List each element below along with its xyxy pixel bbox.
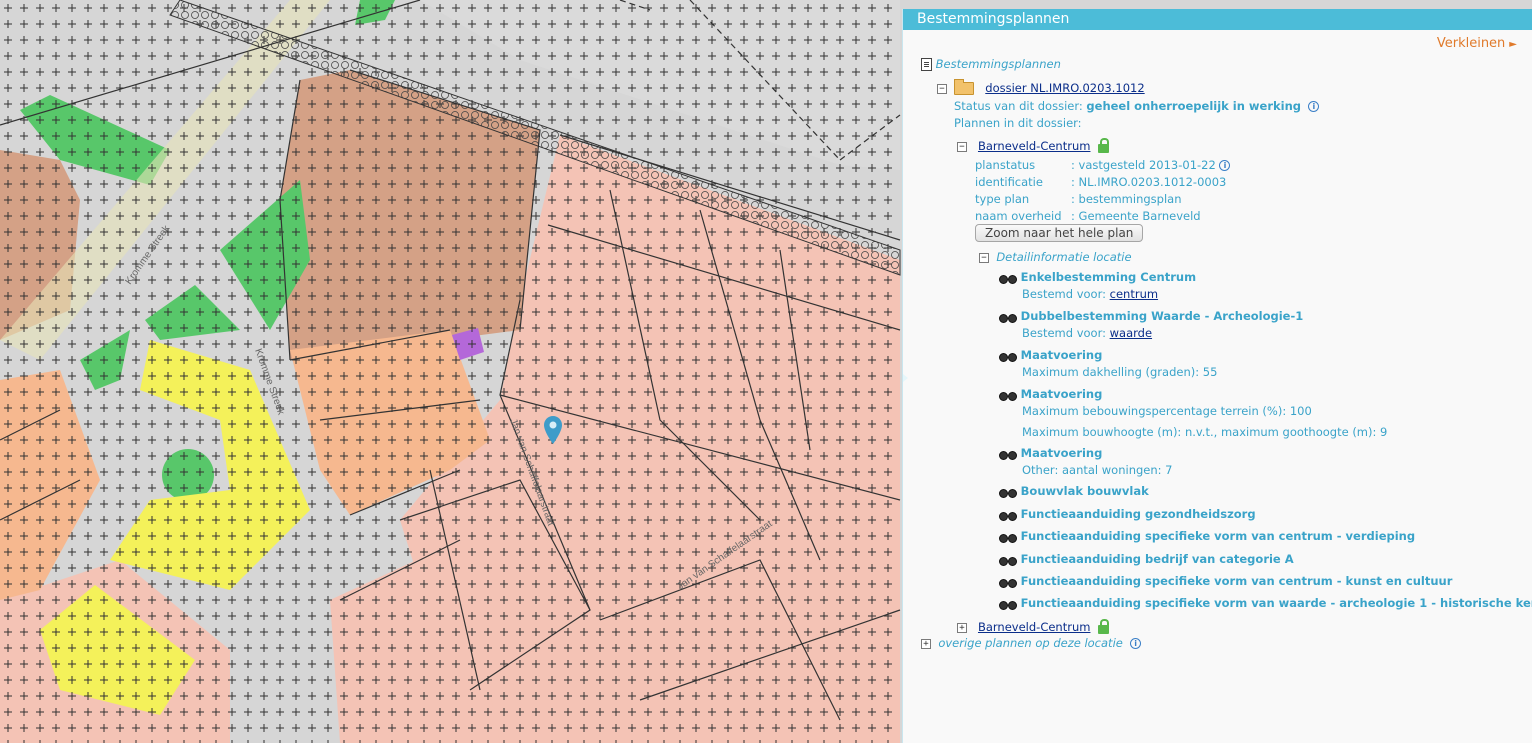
folder-icon	[954, 79, 975, 95]
detail-item[interactable]: Bouwvlak bouwvlak	[999, 483, 1149, 499]
dossier-link[interactable]: dossier NL.IMRO.0203.1012	[985, 81, 1144, 95]
binoculars-icon	[999, 273, 1017, 284]
binoculars-icon	[999, 599, 1017, 610]
expand-toggle[interactable]: +	[957, 622, 967, 633]
binoculars-icon	[999, 555, 1017, 566]
info-icon[interactable]: i	[1130, 638, 1142, 649]
detail-item[interactable]: Functieaanduiding gezondheidszorg	[999, 506, 1256, 522]
binoculars-icon	[999, 577, 1017, 588]
detail-sub: Maximum bebouwingspercentage terrein (%)…	[1022, 404, 1312, 418]
binoculars-icon	[999, 449, 1017, 460]
collapse-toggle[interactable]: −	[979, 252, 989, 263]
detail-sub: Bestemd voor: waarde	[1022, 326, 1153, 340]
waarde-link[interactable]: waarde	[1110, 326, 1152, 340]
location-pin-icon[interactable]	[544, 416, 562, 444]
shrink-label: Verkleinen	[1436, 36, 1506, 51]
detail-sub: Other: aantal woningen: 7	[1022, 463, 1173, 477]
status-value: geheel onherroepelijk in werking	[1086, 99, 1302, 113]
other-plans-row: + overige plannen op deze locatie i	[921, 635, 1142, 651]
other-plans-label[interactable]: overige plannen op deze locatie	[938, 636, 1123, 650]
detail-label: Detailinformatie locatie	[996, 250, 1132, 264]
plan-field: naam overheid: Gemeente Barneveld	[975, 209, 1201, 223]
detail-item[interactable]: Functieaanduiding specifieke vorm van wa…	[999, 595, 1532, 611]
panel-toolbar: Verkleinen ►	[903, 30, 1532, 54]
lock-icon	[1097, 138, 1109, 153]
plan-link[interactable]: Barneveld-Centrum	[978, 620, 1090, 634]
lock-icon	[1097, 619, 1109, 634]
document-icon	[921, 58, 932, 71]
plan-link[interactable]: Barneveld-Centrum	[978, 139, 1090, 153]
binoculars-icon	[999, 532, 1017, 543]
bestemmingsplannen-panel: Bestemmingsplannen Verkleinen ► Bestemmin…	[902, 9, 1532, 743]
plan-row: + Barneveld-Centrum	[957, 619, 1109, 635]
tree-root: Bestemmingsplannen	[921, 56, 1061, 72]
status-label: Status van dit dossier:	[954, 99, 1083, 113]
plans-label: Plannen in dit dossier:	[954, 116, 1082, 130]
detail-item[interactable]: Functieaanduiding specifieke vorm van ce…	[999, 573, 1452, 589]
detail-sub: Maximum bouwhoogte (m): n.v.t., maximum …	[1022, 425, 1388, 439]
detail-item[interactable]: Dubbelbestemming Waarde - Archeologie-1	[999, 308, 1303, 324]
info-icon[interactable]: i	[1308, 101, 1320, 112]
dossier-status: Status van dit dossier: geheel onherroep…	[954, 98, 1320, 114]
binoculars-icon	[999, 312, 1017, 323]
detail-sub: Bestemd voor: centrum	[1022, 287, 1159, 301]
panel-title: Bestemmingsplannen	[903, 9, 1532, 30]
info-icon[interactable]: i	[1219, 160, 1231, 171]
detail-item[interactable]: Functieaanduiding bedrijf van categorie …	[999, 551, 1294, 567]
dossier-row: − dossier NL.IMRO.0203.1012	[937, 79, 1145, 96]
binoculars-icon	[999, 510, 1017, 521]
plan-field: type plan: bestemmingsplan	[975, 192, 1182, 206]
detail-item[interactable]: Functieaanduiding specifieke vorm van ce…	[999, 528, 1415, 544]
binoculars-icon	[999, 351, 1017, 362]
expand-toggle[interactable]: +	[921, 638, 931, 649]
detail-item[interactable]: Maatvoering	[999, 386, 1102, 402]
arrow-right-icon: ►	[1509, 39, 1517, 50]
detail-item[interactable]: Maatvoering	[999, 347, 1102, 363]
detail-item[interactable]: Enkelbestemming Centrum	[999, 269, 1196, 285]
binoculars-icon	[999, 390, 1017, 401]
zoom-plan-button[interactable]: Zoom naar het hele plan	[975, 224, 1144, 242]
plan-row: − Barneveld-Centrum	[957, 138, 1109, 154]
detail-row: − Detailinformatie locatie	[979, 249, 1132, 265]
shrink-button[interactable]: Verkleinen ►	[1437, 36, 1517, 51]
plan-field: identificatie: NL.IMRO.0203.1012-0003	[975, 175, 1227, 189]
centrum-link[interactable]: centrum	[1110, 287, 1158, 301]
detail-sub: Maximum dakhelling (graden): 55	[1022, 365, 1218, 379]
tree-root-label: Bestemmingsplannen	[935, 57, 1061, 71]
plan-field: planstatus: vastgesteld 2013-01-22 i	[975, 157, 1231, 173]
collapse-toggle[interactable]: −	[937, 83, 947, 94]
binoculars-icon	[999, 487, 1017, 498]
collapse-toggle[interactable]: −	[957, 141, 967, 152]
detail-item[interactable]: Maatvoering	[999, 445, 1102, 461]
